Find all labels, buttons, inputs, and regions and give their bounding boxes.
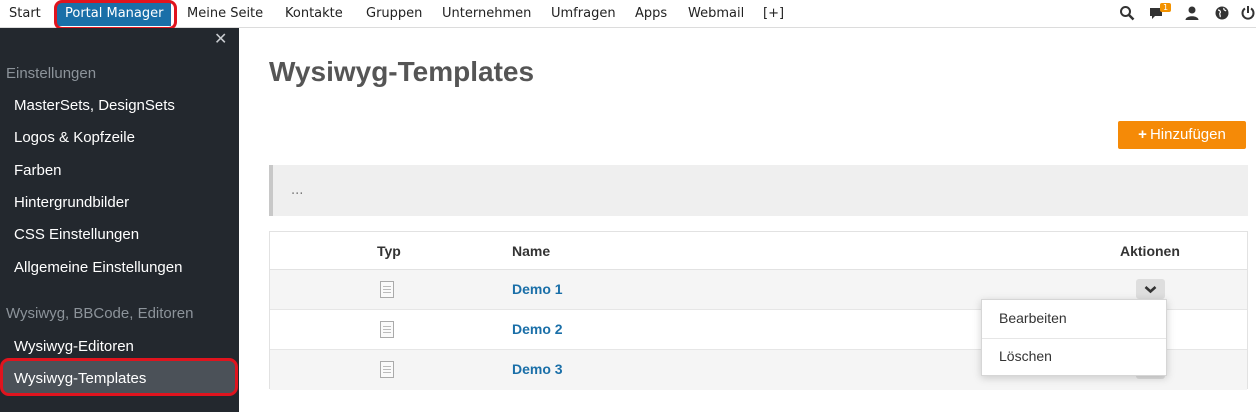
info-text: ... bbox=[291, 183, 304, 198]
sidebar-item-logos[interactable]: Logos & Kopfzeile bbox=[14, 129, 135, 146]
sidebar-section-einstellungen: Einstellungen bbox=[6, 65, 97, 82]
nav-gruppen[interactable]: Gruppen bbox=[366, 0, 422, 27]
power-icon[interactable] bbox=[1240, 5, 1256, 21]
sidebar-item-wysiwyg-editoren[interactable]: Wysiwyg-Editoren bbox=[14, 338, 134, 355]
document-icon bbox=[380, 361, 394, 378]
nav-apps[interactable]: Apps bbox=[635, 0, 667, 27]
notification-badge: 1 bbox=[1160, 3, 1172, 12]
document-icon bbox=[380, 281, 394, 298]
user-icon[interactable] bbox=[1184, 5, 1200, 21]
template-name-link[interactable]: Demo 2 bbox=[512, 321, 563, 337]
document-icon bbox=[380, 321, 394, 338]
nav-umfragen[interactable]: Umfragen bbox=[551, 0, 616, 27]
column-aktionen: Aktionen bbox=[1120, 243, 1180, 259]
wysiwyg-templates-highlight bbox=[0, 358, 238, 396]
column-typ: Typ bbox=[377, 243, 401, 259]
template-name-link[interactable]: Demo 1 bbox=[512, 281, 563, 297]
nav-webmail[interactable]: Webmail bbox=[688, 0, 744, 27]
chevron-down-icon bbox=[1144, 286, 1157, 294]
globe-icon[interactable] bbox=[1214, 5, 1230, 21]
sidebar-item-allgemeine[interactable]: Allgemeine Einstellungen bbox=[14, 259, 182, 276]
table-header: Typ Name Aktionen bbox=[270, 232, 1247, 270]
column-name: Name bbox=[512, 243, 551, 259]
actions-dropdown-menu: Bearbeiten Löschen bbox=[981, 299, 1167, 376]
nav-unternehmen[interactable]: Unternehmen bbox=[442, 0, 531, 27]
search-icon[interactable] bbox=[1119, 5, 1135, 21]
plus-icon: + bbox=[1138, 126, 1147, 143]
menu-item-loeschen[interactable]: Löschen bbox=[999, 348, 1052, 364]
actions-dropdown-button[interactable] bbox=[1136, 279, 1165, 299]
sidebar-item-hintergrundbilder[interactable]: Hintergrundbilder bbox=[14, 194, 129, 211]
menu-item-bearbeiten[interactable]: Bearbeiten bbox=[999, 310, 1067, 326]
add-template-button[interactable]: + Hinzufügen bbox=[1118, 121, 1246, 149]
top-navigation: Start Portal Manager Meine Seite Kontakt… bbox=[0, 0, 1256, 28]
add-button-label: Hinzufügen bbox=[1149, 126, 1226, 143]
sidebar-item-mastersets[interactable]: MasterSets, DesignSets bbox=[14, 97, 175, 114]
sidebar-item-css[interactable]: CSS Einstellungen bbox=[14, 226, 139, 243]
sidebar-section-wysiwyg: Wysiwyg, BBCode, Editoren bbox=[6, 305, 194, 322]
close-icon[interactable]: ✕ bbox=[214, 31, 227, 47]
sidebar-item-farben[interactable]: Farben bbox=[14, 162, 62, 179]
nav-add-more[interactable]: [+] bbox=[763, 0, 784, 27]
template-name-link[interactable]: Demo 3 bbox=[512, 361, 563, 377]
info-box: ... bbox=[269, 165, 1248, 216]
menu-divider bbox=[982, 338, 1166, 339]
nav-kontakte[interactable]: Kontakte bbox=[285, 0, 343, 27]
sidebar: ✕ Einstellungen MasterSets, DesignSets L… bbox=[0, 28, 239, 412]
nav-meine-seite[interactable]: Meine Seite bbox=[187, 0, 263, 27]
nav-start[interactable]: Start bbox=[9, 0, 41, 27]
portal-manager-highlight bbox=[54, 0, 177, 30]
page-title: Wysiwyg-Templates bbox=[269, 56, 535, 87]
